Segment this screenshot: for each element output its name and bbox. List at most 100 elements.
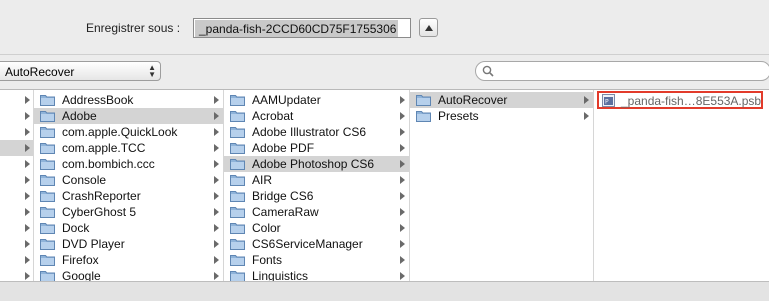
folder-icon <box>230 189 245 202</box>
filename-field[interactable]: _panda-fish-2CCD60CD75F1755306 <box>193 18 411 38</box>
chevron-right-icon <box>214 144 219 152</box>
search-icon <box>482 65 494 77</box>
folder-row[interactable]: Bridge CS6 <box>224 188 409 204</box>
column-2: AAMUpdater Acrobat Adobe Illustrator CS6 Ad… <box>224 90 410 282</box>
svg-text:P: P <box>605 99 609 106</box>
folder-icon <box>230 221 245 234</box>
folder-row[interactable]: CS6ServiceManager <box>224 236 409 252</box>
folder-name: AutoRecover <box>438 93 508 107</box>
chevron-right-icon <box>400 256 405 264</box>
folder-name: DVD Player <box>62 237 125 251</box>
folder-row[interactable] <box>0 252 33 268</box>
folder-row[interactable]: Fonts <box>224 252 409 268</box>
chevron-right-icon <box>400 272 405 280</box>
folder-row[interactable]: Acrobat <box>224 108 409 124</box>
bottom-bar <box>0 281 769 301</box>
folder-row[interactable] <box>0 156 33 172</box>
divider <box>0 54 769 55</box>
folder-row[interactable]: com.bombich.ccc <box>34 156 223 172</box>
chevron-right-icon <box>214 272 219 280</box>
folder-row[interactable]: Linguistics <box>224 268 409 282</box>
folder-row[interactable] <box>0 92 33 108</box>
folder-icon <box>40 141 55 154</box>
chevron-right-icon <box>584 96 589 104</box>
up-down-arrows-icon: ▲ ▼ <box>148 63 156 79</box>
chevron-right-icon <box>25 160 30 168</box>
folder-row[interactable]: Google <box>34 268 223 282</box>
chevron-right-icon <box>25 256 30 264</box>
folder-row[interactable] <box>0 172 33 188</box>
save-as-label: Enregistrer sous : <box>86 21 181 35</box>
folder-row[interactable]: Adobe Photoshop CS6 <box>224 156 409 172</box>
folder-row[interactable]: com.apple.TCC <box>34 140 223 156</box>
folder-icon <box>230 157 245 170</box>
folder-row[interactable]: Adobe Illustrator CS6 <box>224 124 409 140</box>
folder-row[interactable] <box>0 188 33 204</box>
chevron-right-icon <box>25 192 30 200</box>
folder-row[interactable]: AAMUpdater <box>224 92 409 108</box>
folder-row[interactable] <box>0 140 33 156</box>
folder-row[interactable]: Color <box>224 220 409 236</box>
chevron-right-icon <box>214 160 219 168</box>
folder-row[interactable]: AIR <box>224 172 409 188</box>
folder-icon <box>40 205 55 218</box>
chevron-right-icon <box>214 208 219 216</box>
search-field[interactable] <box>475 61 769 81</box>
folder-row[interactable]: AutoRecover <box>410 92 593 108</box>
folder-name: CrashReporter <box>62 189 141 203</box>
chevron-right-icon <box>214 192 219 200</box>
chevron-right-icon <box>400 240 405 248</box>
folder-row[interactable]: Adobe PDF <box>224 140 409 156</box>
folder-name: CameraRaw <box>252 205 319 219</box>
folder-row[interactable]: Presets <box>410 108 593 124</box>
chevron-right-icon <box>584 112 589 120</box>
folder-icon <box>40 157 55 170</box>
folder-icon <box>416 109 431 122</box>
location-label: AutoRecover <box>5 65 75 79</box>
chevron-right-icon <box>400 192 405 200</box>
chevron-right-icon <box>400 224 405 232</box>
chevron-right-icon <box>25 208 30 216</box>
folder-row[interactable]: Dock <box>34 220 223 236</box>
location-popup[interactable]: AutoRecover ▲ ▼ <box>0 61 161 81</box>
chevron-right-icon <box>214 96 219 104</box>
folder-name: Bridge CS6 <box>252 189 314 203</box>
chevron-right-icon <box>400 128 405 136</box>
folder-icon <box>230 141 245 154</box>
folder-icon <box>40 237 55 250</box>
folder-row[interactable] <box>0 108 33 124</box>
folder-name: Color <box>252 221 281 235</box>
triangle-up-icon <box>424 24 433 31</box>
file-row[interactable]: P _panda-fish…8E553A.psb <box>597 91 763 109</box>
folder-row[interactable]: CyberGhost 5 <box>34 204 223 220</box>
folder-icon <box>230 237 245 250</box>
folder-row[interactable]: CrashReporter <box>34 188 223 204</box>
folder-icon <box>40 109 55 122</box>
file-name: _panda-fish…8E553A.psb <box>621 94 762 108</box>
folder-icon <box>40 173 55 186</box>
chevron-right-icon <box>400 208 405 216</box>
collapse-browser-button[interactable] <box>419 18 438 37</box>
folder-row[interactable]: Adobe <box>34 108 223 124</box>
folder-row[interactable] <box>0 220 33 236</box>
folder-icon <box>230 253 245 266</box>
folder-name: Adobe PDF <box>252 141 315 155</box>
folder-name: Adobe <box>62 109 97 123</box>
folder-row[interactable] <box>0 124 33 140</box>
folder-row[interactable]: CameraRaw <box>224 204 409 220</box>
column-browser: AddressBook Adobe com.apple.QuickLook com.a… <box>0 89 769 282</box>
folder-row[interactable] <box>0 204 33 220</box>
folder-name: Acrobat <box>252 109 294 123</box>
column-1: AddressBook Adobe com.apple.QuickLook com.a… <box>34 90 224 282</box>
folder-row[interactable]: Firefox <box>34 252 223 268</box>
folder-row[interactable]: Console <box>34 172 223 188</box>
folder-name: com.apple.QuickLook <box>62 125 178 139</box>
folder-row[interactable] <box>0 236 33 252</box>
chevron-right-icon <box>25 112 30 120</box>
folder-row[interactable] <box>0 268 33 282</box>
folder-row[interactable]: com.apple.QuickLook <box>34 124 223 140</box>
folder-name: CS6ServiceManager <box>252 237 363 251</box>
folder-row[interactable]: DVD Player <box>34 236 223 252</box>
folder-row[interactable]: AddressBook <box>34 92 223 108</box>
chevron-right-icon <box>214 224 219 232</box>
